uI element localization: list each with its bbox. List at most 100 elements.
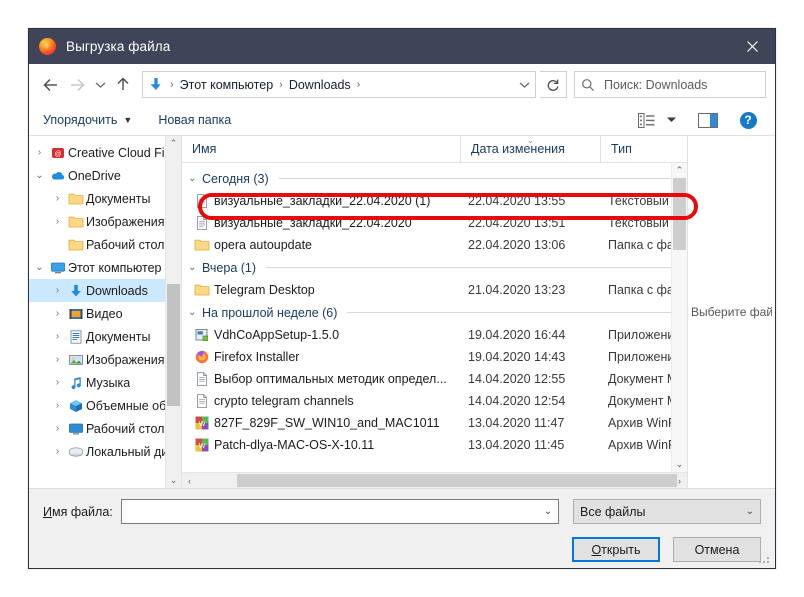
sidebar-item-7[interactable]: › Видео xyxy=(29,302,181,325)
file-name-cell: Telegram Desktop xyxy=(214,283,315,297)
file-row[interactable]: Выбор оптимальных методик определ... 14.0… xyxy=(182,368,687,390)
sidebar-item-2[interactable]: › Документы xyxy=(29,187,181,210)
hscroll-thumb[interactable] xyxy=(237,474,677,487)
text-file-icon xyxy=(190,215,214,231)
file-group-header[interactable]: ⌄ Сегодня (3) xyxy=(182,167,687,190)
file-list-scrollbar[interactable]: ⌃ ⌄ xyxy=(671,163,687,472)
chevron-down-icon[interactable]: ⌄ xyxy=(188,262,202,273)
chevron-right-icon[interactable]: › xyxy=(49,354,66,365)
videos-icon xyxy=(66,306,86,322)
back-button[interactable] xyxy=(38,72,64,98)
column-header-name[interactable]: Имя xyxy=(182,136,460,162)
close-button[interactable] xyxy=(729,29,775,64)
column-header-name-label: Имя xyxy=(192,142,217,156)
file-row[interactable]: crypto telegram channels 14.04.2020 12:54… xyxy=(182,390,687,412)
chevron-right-icon[interactable]: › xyxy=(49,446,66,457)
help-icon: ? xyxy=(739,111,757,129)
chevron-down-icon[interactable]: ⌄ xyxy=(538,506,558,517)
chevron-right-icon[interactable]: › xyxy=(49,331,66,342)
scroll-up-arrow[interactable]: ⌃ xyxy=(166,136,181,151)
file-row[interactable]: W Patch-dlya-MAC-OS-X-10.11 13.04.2020 11:… xyxy=(182,434,687,456)
breadcrumb[interactable]: › Этот компьютер › Downloads › xyxy=(142,71,536,98)
chevron-down-icon[interactable]: ⌄ xyxy=(740,506,760,517)
file-name-cell: визуальные_закладки_22.04.2020 xyxy=(214,216,412,230)
up-button[interactable] xyxy=(110,72,136,98)
column-header-date[interactable]: ⌄ Дата изменения xyxy=(460,135,600,162)
refresh-button[interactable] xyxy=(540,71,567,98)
sidebar-item-5[interactable]: ⌄ Этот компьютер xyxy=(29,256,181,279)
sidebar-item-13[interactable]: › Локальный дис xyxy=(29,440,181,463)
chevron-right-icon[interactable]: › xyxy=(49,400,66,411)
file-name-input[interactable]: ⌄ xyxy=(120,499,559,524)
search-input[interactable]: Поиск: Downloads xyxy=(574,71,766,98)
file-list-scroll-thumb[interactable] xyxy=(673,178,686,250)
sidebar-item-4[interactable]: › Рабочий стол xyxy=(29,233,181,256)
organize-button[interactable]: Упорядочить ▼ xyxy=(43,113,132,127)
sidebar-scroll-thumb[interactable] xyxy=(167,284,180,406)
sidebar-item-1[interactable]: ⌄ OneDrive xyxy=(29,164,181,187)
file-row[interactable]: визуальные_закладки_22.04.2020 (1) 22.04.… xyxy=(182,190,687,212)
hscroll-track[interactable] xyxy=(197,473,677,488)
resize-grip-icon[interactable] xyxy=(759,553,771,565)
sidebar-scrollbar[interactable]: ⌃ ⌄ xyxy=(165,136,181,488)
chevron-right-icon[interactable]: › xyxy=(49,423,66,434)
scroll-up-arrow[interactable]: ⌃ xyxy=(672,163,687,178)
breadcrumb-dropdown-button[interactable] xyxy=(513,81,535,89)
new-folder-label: Новая папка xyxy=(158,113,232,127)
chevron-down-icon[interactable]: ⌄ xyxy=(188,173,202,184)
sidebar-item-label: Изображения xyxy=(86,352,165,367)
local-disk-icon xyxy=(66,444,86,460)
file-group-header[interactable]: ⌄ На прошлой неделе (6) xyxy=(182,301,687,324)
new-folder-button[interactable]: Новая папка xyxy=(158,113,231,127)
recent-locations-button[interactable] xyxy=(90,72,110,98)
file-row[interactable]: opera autoupdate 22.04.2020 13:06 Папка с … xyxy=(182,234,687,256)
sidebar-item-10[interactable]: › Музыка xyxy=(29,371,181,394)
file-list: ⌄ Сегодня (3) визуальные_закладки_22.04.20… xyxy=(182,163,687,456)
file-row[interactable]: визуальные_закладки_22.04.2020 22.04.2020… xyxy=(182,212,687,234)
view-mode-dropdown[interactable] xyxy=(663,109,679,131)
file-name-cell: 827F_829F_SW_WIN10_and_MAC1011 xyxy=(214,416,440,430)
file-date-cell: 14.04.2020 12:54 xyxy=(468,394,566,408)
chevron-right-icon[interactable]: › xyxy=(49,193,66,204)
scroll-down-arrow[interactable]: ⌄ xyxy=(166,473,181,488)
file-type-filter[interactable]: Все файлы ⌄ xyxy=(573,499,761,524)
chevron-right-icon[interactable]: › xyxy=(49,308,66,319)
view-list-icon xyxy=(637,112,654,128)
sidebar-item-12[interactable]: › Рабочий стол xyxy=(29,417,181,440)
scroll-down-arrow[interactable]: ⌄ xyxy=(672,457,687,472)
sidebar-item-3[interactable]: › Изображения xyxy=(29,210,181,233)
file-list-hscrollbar[interactable]: ‹ › xyxy=(182,472,687,488)
chevron-down-icon[interactable]: ⌄ xyxy=(188,307,202,318)
breadcrumb-item-downloads[interactable]: Downloads xyxy=(286,78,354,92)
chevron-right-icon[interactable]: › xyxy=(49,377,66,388)
sidebar-item-0[interactable]: › @ Creative Cloud Fil xyxy=(29,141,181,164)
column-header-type[interactable]: Тип xyxy=(600,136,687,162)
sidebar-item-11[interactable]: › Объемные объе xyxy=(29,394,181,417)
view-mode-button[interactable] xyxy=(633,109,659,131)
file-row[interactable]: VdhCoAppSetup-1.5.0 19.04.2020 16:44 Прило… xyxy=(182,324,687,346)
creative-cloud-icon: @ xyxy=(52,147,64,158)
chevron-right-icon[interactable]: › xyxy=(31,147,48,158)
sidebar-item-9[interactable]: › Изображения xyxy=(29,348,181,371)
scroll-left-arrow[interactable]: ‹ xyxy=(182,473,197,488)
chevron-down-icon[interactable]: ⌄ xyxy=(31,170,48,181)
breadcrumb-item-this-pc[interactable]: Этот компьютер xyxy=(177,78,276,92)
sidebar-item-8[interactable]: › Документы xyxy=(29,325,181,348)
installer-icon xyxy=(195,329,208,341)
group-divider xyxy=(266,267,673,268)
file-row[interactable]: W 827F_829F_SW_WIN10_and_MAC1011 13.04.202… xyxy=(182,412,687,434)
file-row[interactable]: Telegram Desktop 21.04.2020 13:23 Папка с … xyxy=(182,279,687,301)
cancel-button[interactable]: Отмена xyxy=(673,537,761,562)
help-button[interactable]: ? xyxy=(735,109,761,131)
chevron-right-icon[interactable]: › xyxy=(49,216,66,227)
up-arrow-icon xyxy=(117,77,129,90)
file-list-scroll-area: ⌄ Сегодня (3) визуальные_закладки_22.04.20… xyxy=(182,163,687,472)
file-group-header[interactable]: ⌄ Вчера (1) xyxy=(182,256,687,279)
chevron-right-icon[interactable]: › xyxy=(49,239,66,250)
preview-pane-button[interactable] xyxy=(695,109,721,131)
chevron-right-icon[interactable]: › xyxy=(49,285,66,296)
sidebar-item-6[interactable]: › Downloads xyxy=(29,279,181,302)
file-row[interactable]: Firefox Installer 19.04.2020 14:43 Приложе… xyxy=(182,346,687,368)
open-button[interactable]: Открыть xyxy=(572,537,660,562)
chevron-down-icon[interactable]: ⌄ xyxy=(31,262,48,273)
